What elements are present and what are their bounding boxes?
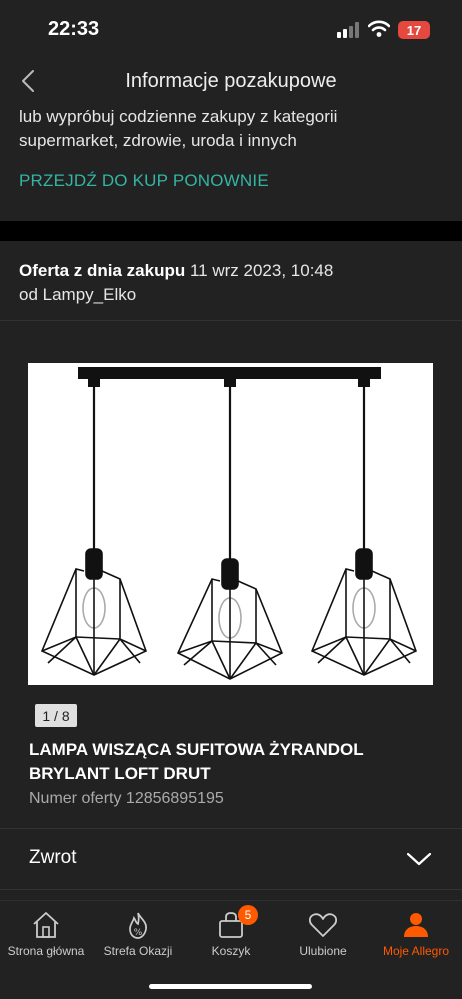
tab-label: Strefa Okazji	[103, 944, 173, 958]
offer-date-line: Oferta z dnia zakupu 11 wrz 2023, 10:48	[19, 261, 333, 281]
status-bar: 22:33 17	[0, 0, 462, 56]
tab-cart[interactable]: 5 Koszyk	[185, 901, 277, 971]
tab-my-allegro[interactable]: Moje Allegro	[370, 901, 462, 971]
buy-again-link[interactable]: PRZEJDŹ DO KUP PONOWNIE	[19, 171, 269, 191]
flame-percent-icon: %	[92, 910, 184, 940]
product-title[interactable]: LAMPA WISZĄCA SUFITOWA ŻYRANDOL BRYLANT …	[29, 738, 439, 786]
tab-label: Moje Allegro	[382, 944, 450, 958]
svg-text:%: %	[134, 928, 143, 938]
product-image[interactable]	[28, 363, 433, 685]
cellular-signal-icon	[337, 22, 359, 43]
cart-count-badge: 5	[238, 905, 258, 925]
promo-text: lub wypróbuj codzienne zakupy z kategori…	[19, 107, 338, 150]
cart-icon	[185, 910, 277, 940]
tab-deals[interactable]: % Strefa Okazji	[92, 901, 184, 971]
home-icon	[0, 910, 92, 940]
clock: 22:33	[48, 18, 100, 40]
offer-card: Oferta z dnia zakupu 11 wrz 2023, 10:48 …	[0, 241, 462, 900]
navigation-bar: Informacje pozakupowe	[0, 56, 462, 106]
wifi-icon	[367, 20, 391, 43]
offer-date: 11 wrz 2023, 10:48	[189, 261, 334, 280]
chevron-down-icon	[406, 851, 432, 872]
return-section-toggle[interactable]: Zwrot	[0, 829, 462, 889]
divider	[0, 889, 462, 890]
heart-icon	[277, 910, 369, 940]
tab-label: Ulubione	[299, 944, 347, 958]
return-label: Zwrot	[29, 847, 77, 868]
battery-icon: 17	[398, 21, 430, 39]
page-title: Informacje pozakupowe	[125, 70, 337, 92]
home-indicator	[149, 984, 312, 989]
seller-name[interactable]: od Lampy_Elko	[19, 285, 136, 305]
pendant-lamp-illustration	[40, 367, 418, 680]
user-icon	[370, 910, 462, 940]
tab-label: Strona główna	[7, 944, 85, 958]
divider	[0, 320, 462, 321]
offer-number: Numer oferty 12856895195	[29, 790, 224, 807]
buy-again-card: lub wypróbuj codzienne zakupy z kategori…	[0, 106, 462, 221]
tab-favorites[interactable]: Ulubione	[277, 901, 369, 971]
tab-bar: Strona główna % Strefa Okazji 5 Koszyk U…	[0, 900, 462, 999]
tab-label: Koszyk	[211, 944, 251, 958]
image-counter: 1 / 8	[35, 704, 77, 727]
tab-home[interactable]: Strona główna	[0, 901, 92, 971]
offer-label: Oferta z dnia zakupu	[19, 261, 186, 280]
